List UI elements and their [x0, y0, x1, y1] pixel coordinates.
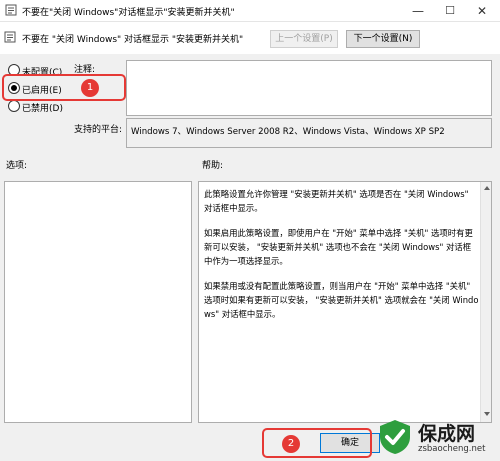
radio-disabled-label: 已禁用(D) — [22, 104, 63, 114]
policy-icon — [5, 4, 17, 16]
policy-header: 不要在 "关闭 Windows" 对话框显示 "安装更新并关机" 上一个设置(P… — [0, 22, 500, 54]
policy-setting-icon — [4, 31, 16, 43]
help-paragraph: 此策略设置允许你管理 "安装更新并关机" 选项是否在 "关闭 Windows" … — [204, 189, 469, 213]
next-setting-button[interactable]: 下一个设置(N) — [346, 30, 420, 48]
scroll-up-icon[interactable] — [484, 186, 490, 190]
close-button[interactable]: ✕ — [466, 0, 498, 22]
previous-setting-button[interactable]: 上一个设置(P) — [270, 30, 338, 48]
platform-value: Windows 7、Windows Server 2008 R2、Windows… — [131, 127, 445, 137]
help-panel: 此策略设置允许你管理 "安装更新并关机" 选项是否在 "关闭 Windows" … — [198, 181, 492, 423]
title-bar: 不要在"关闭 Windows"对话框显示"安装更新并关机" — ☐ ✕ — [0, 0, 500, 22]
help-text: 此策略设置允许你管理 "安装更新并关机" 选项是否在 "关闭 Windows" … — [204, 187, 479, 332]
platform-field: Windows 7、Windows Server 2008 R2、Windows… — [126, 118, 492, 148]
highlight-box-2 — [262, 428, 372, 458]
options-panel — [4, 181, 192, 423]
help-label: 帮助: — [202, 161, 224, 171]
minimize-button[interactable]: — — [402, 0, 434, 22]
minimize-icon: — — [412, 4, 424, 18]
help-scrollbar[interactable] — [480, 182, 491, 422]
help-paragraph: 如果禁用或没有配置此策略设置，则当用户在 "开始" 菜单中选择 "关机" 选项时… — [204, 281, 479, 319]
annotation-marker-1: 1 — [81, 79, 99, 97]
watermark-domain: zsbaocheng.net — [418, 444, 486, 454]
platform-label: 支持的平台: — [74, 125, 123, 135]
help-paragraph: 如果启用此策略设置，即使用户在 "开始" 菜单中选择 "关机" 选项时有更新可以… — [204, 228, 473, 266]
comment-field[interactable] — [126, 60, 492, 116]
shield-logo-icon — [380, 420, 410, 454]
policy-title: 不要在 "关闭 Windows" 对话框显示 "安装更新并关机" — [22, 35, 244, 45]
comment-label: 注释: — [74, 65, 96, 75]
window-title: 不要在"关闭 Windows"对话框显示"安装更新并关机" — [22, 8, 235, 18]
options-label: 选项: — [6, 161, 28, 171]
maximize-icon: ☐ — [445, 4, 455, 17]
watermark: 保成网 zsbaocheng.net — [376, 416, 496, 460]
close-icon: ✕ — [476, 4, 488, 18]
annotation-marker-2: 2 — [282, 435, 300, 453]
radio-disabled[interactable]: 已禁用(D) — [8, 100, 88, 114]
watermark-name: 保成网 — [418, 423, 476, 445]
maximize-button[interactable]: ☐ — [434, 0, 466, 22]
highlight-box-1 — [2, 74, 126, 101]
radio-circle[interactable] — [8, 100, 20, 112]
